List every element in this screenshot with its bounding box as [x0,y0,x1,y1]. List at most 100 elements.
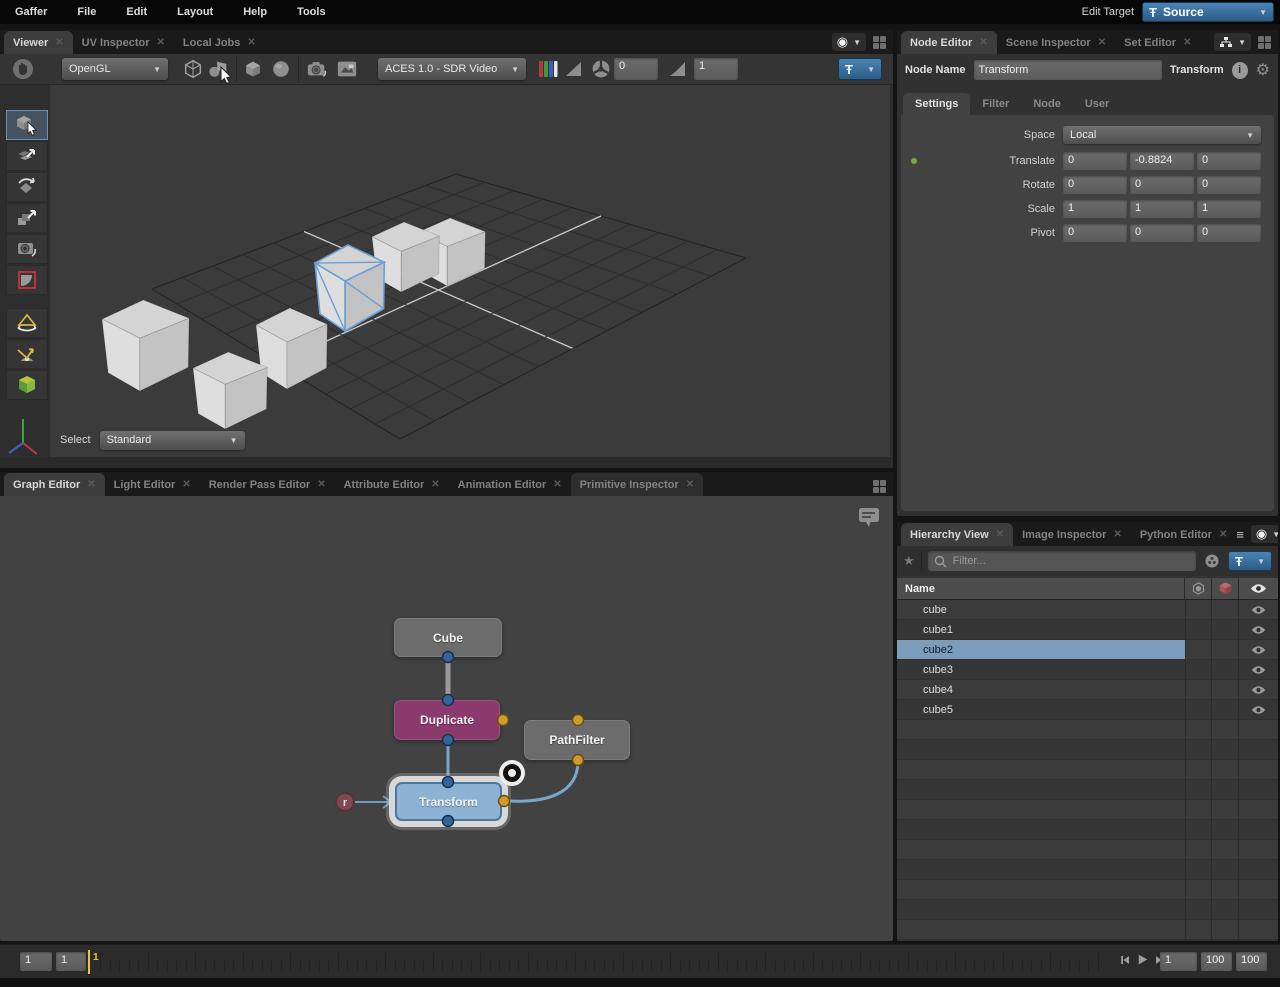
value-field[interactable]: 0 [1197,176,1261,194]
graph-tab-primitive-inspector[interactable]: Primitive Inspector✕ [571,473,703,496]
visibility-column-icon[interactable] [1238,578,1278,599]
visibility-eye-icon[interactable] [1238,640,1278,659]
menu-item-file[interactable]: File [62,0,111,24]
tab-close-icon[interactable]: ✕ [979,37,987,48]
viewer-settings-button[interactable]: ◉ ▼ [832,33,866,51]
scale-tool[interactable] [6,203,48,233]
menu-item-tools[interactable]: Tools [282,0,341,24]
info-icon[interactable]: i [1232,62,1248,79]
node-editor-subtab-user[interactable]: User [1073,93,1121,115]
node-editor-subtab-settings[interactable]: Settings [903,93,970,115]
timeline-start-field[interactable]: 1 [20,952,52,971]
gear-icon[interactable]: ⚙ [1256,60,1270,80]
location-name[interactable]: cube3 [897,660,1185,679]
renderer-dropdown[interactable]: OpenGL▼ [62,58,168,80]
viewer-tab-local-jobs[interactable]: Local Jobs✕ [174,31,265,54]
location-name[interactable]: cube5 [897,700,1185,719]
value-field[interactable]: 1 [1063,200,1127,218]
pan-hand-icon[interactable] [10,58,36,80]
aperture-icon[interactable] [589,58,613,80]
hierarchy-tab-python-editor[interactable]: Python Editor✕ [1131,523,1237,546]
select-mode-dropdown[interactable]: Standard▼ [100,431,245,450]
value-field[interactable]: 1 [1130,200,1194,218]
layout-grid-icon[interactable] [1258,36,1271,49]
viewer-pin-dropdown[interactable]: Ŧ▼ [838,58,882,80]
layout-grid-icon[interactable] [873,36,886,49]
geometry-tool[interactable] [6,370,48,400]
drawing-mode-icon[interactable] [180,58,206,80]
filter-plug-dot[interactable] [573,715,584,726]
channels-icon[interactable] [536,58,560,80]
focus-ring-icon[interactable] [499,760,525,786]
scene-plug-dot[interactable] [443,695,454,706]
rotate-tool[interactable] [6,172,48,202]
graph-tab-attribute-editor[interactable]: Attribute Editor✕ [335,473,449,496]
hierarchy-settings-button[interactable]: ◉ ▼ [1251,525,1278,543]
edit-target-dropdown[interactable]: ŦSource ▼ [1142,2,1274,22]
framing-icon[interactable] [334,58,360,80]
hierarchy-row-cube4[interactable]: cube4 [897,680,1278,700]
filter-plug-dot[interactable] [498,715,509,726]
tab-close-icon[interactable]: ✕ [1183,37,1191,48]
hierarchy-pin-dropdown[interactable]: Ŧ▼ [1228,551,1272,571]
hierarchy-row-cube[interactable]: cube [897,600,1278,620]
node-name-field[interactable]: Transform [974,60,1162,80]
node-editor-subtab-node[interactable]: Node [1021,93,1073,115]
tab-close-icon[interactable]: ✕ [431,479,439,490]
node-graph-canvas[interactable]: CubeDuplicatePathFilterTransform r [0,496,893,941]
location-name[interactable]: cube4 [897,680,1185,699]
current-frame-field[interactable]: 1 [1160,952,1197,971]
display-transform-dropdown[interactable]: ACES 1.0 - SDR Video▼ [378,58,526,80]
translate-tool[interactable] [6,141,48,171]
camera-tool[interactable] [6,234,48,264]
visibility-eye-icon[interactable] [1238,660,1278,679]
value-field[interactable]: 1 [1197,200,1261,218]
solid-cube-icon[interactable] [240,58,266,80]
node-tab-set-editor[interactable]: Set Editor✕ [1115,31,1200,54]
tab-close-icon[interactable]: ✕ [1219,529,1227,540]
node-editor-subtab-filter[interactable]: Filter [970,93,1021,115]
filter-input[interactable]: Filter... [928,551,1196,571]
value-field[interactable]: 0 [1063,224,1127,242]
gamma-field[interactable]: 1 [694,58,738,80]
scene-plug-dot[interactable] [443,652,454,663]
hierarchy-row-cube1[interactable]: cube1 [897,620,1278,640]
skip-to-start-icon[interactable] [1119,954,1131,966]
location-name[interactable]: cube1 [897,620,1185,639]
value-field[interactable]: 0 [1063,176,1127,194]
exclusions-column-icon[interactable] [1211,578,1238,599]
range-end-field[interactable]: 100 [1236,952,1267,971]
scene-plug-dot[interactable] [443,735,454,746]
graph-tab-animation-editor[interactable]: Animation Editor✕ [449,473,571,496]
inclusions-column-icon[interactable] [1184,578,1211,599]
tab-close-icon[interactable]: ✕ [553,479,561,490]
camera-settings-icon[interactable] [304,58,330,80]
gamma-icon[interactable] [666,58,690,80]
layout-grid-icon[interactable] [873,480,886,493]
visibility-eye-icon[interactable] [1238,700,1278,719]
tab-close-icon[interactable]: ✕ [1113,529,1121,540]
visibility-eye-icon[interactable] [1238,680,1278,699]
light-position-tool[interactable] [6,339,48,369]
scene-plug-dot[interactable] [443,816,454,827]
value-field[interactable]: -0.8824 [1130,152,1194,170]
location-name[interactable]: cube2 [897,640,1185,659]
tab-close-icon[interactable]: ✕ [247,37,255,48]
bookmark-star-icon[interactable]: ★ [903,553,915,569]
menu-item-gaffer[interactable]: Gaffer [0,0,62,24]
visibility-eye-icon[interactable] [1238,620,1278,639]
crop-window-tool[interactable] [6,265,48,295]
viewer-tab-uv-inspector[interactable]: UV Inspector✕ [73,31,174,54]
viewer-tab-viewer[interactable]: Viewer✕ [4,31,73,54]
node-tab-scene-inspector[interactable]: Scene Inspector✕ [997,31,1115,54]
tab-close-icon[interactable]: ✕ [87,479,95,490]
timeline-snap-field[interactable]: 1 [56,952,86,971]
menu-hamburger-icon[interactable]: ≡ [1236,527,1244,542]
menu-item-layout[interactable]: Layout [162,0,228,24]
shaded-sphere-icon[interactable] [268,58,294,80]
space-dropdown[interactable]: Local▼ [1063,126,1261,144]
visibility-eye-icon[interactable] [1238,600,1278,619]
playhead[interactable] [88,950,90,974]
hierarchy-tab-image-inspector[interactable]: Image Inspector✕ [1013,523,1131,546]
hierarchy-row-cube5[interactable]: cube5 [897,700,1278,720]
